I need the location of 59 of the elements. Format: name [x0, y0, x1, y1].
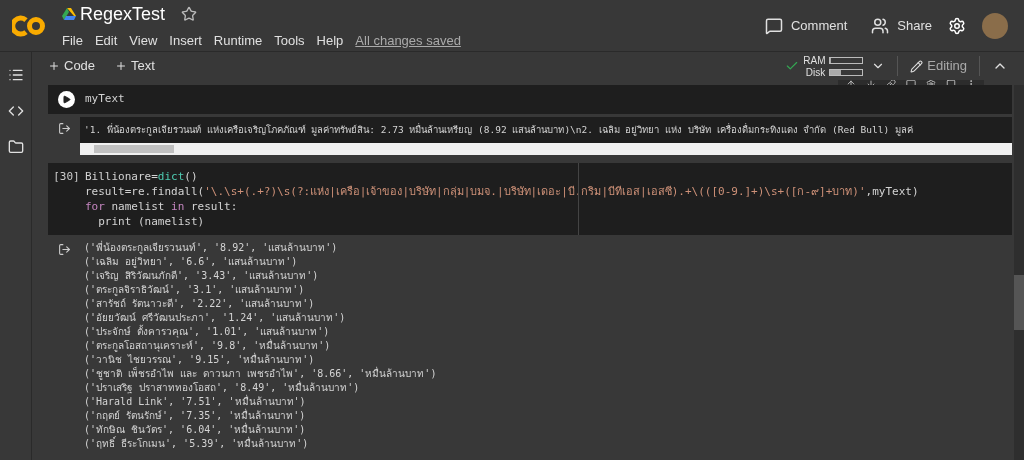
pencil-icon	[910, 59, 924, 73]
editing-button[interactable]: Editing	[910, 56, 967, 76]
menu-item[interactable]: Tools	[274, 30, 305, 51]
logo-icon	[12, 14, 46, 37]
output-line: ('ชูชาติ เพ็ชรอำไพ และ ดาวนภา เพชรอำไพ', '8.66', 'หมื่นล้านบาท')	[84, 367, 438, 380]
output-line: ('ตระกูลจิราธิวัฒน์', '3.1', 'แสนล้านบาท')	[84, 283, 306, 297]
menu-item[interactable]: Edit	[94, 30, 118, 51]
menu-item[interactable]: Insert	[169, 30, 202, 51]
horizontal-scrollbar[interactable]	[80, 143, 1012, 155]
drive-icon	[62, 8, 76, 21]
code-line: result=re.findall('\.\s+(.+?)\s(?:แห่ง|เครือ|เจ้าของ|บริษัท|กลุ่ม|บมจ.|บริษัท|เดอะ|บี.กริม|บีทีเอส|เอสซี).+\(([0-9.]+)\s+([ก-๙]+บาท)',myText)	[85, 184, 919, 199]
save-status-link[interactable]: All changes saved	[355, 30, 461, 51]
output-line: '1. พี่น้องตระกูลเจียรวนนท์ แห่งเครือเจริญโภคภัณฑ์ มูลค่าทรัพย์สิน: 2.73 หมื่นล้านเหรียญ (8.92 แสนล้านบาท)\n2. เฉลิม อยู่วิทยา แห่ง บริษัท เครื่องดื่มกระทิงแดง จำกัด (Red Bull) มูลค่	[83, 122, 914, 138]
output-line: ('ตระกูลโอสถานุเคราะห์', '9.8', 'หมื่นล้านบาท')	[84, 339, 332, 352]
output-line: ('เฉลิม อยู่วิทยา', '6.6', 'แสนล้านบาท')	[84, 255, 299, 269]
output-icon	[57, 122, 71, 135]
play-icon	[62, 95, 71, 104]
scrollbar-thumb[interactable]	[94, 145, 174, 153]
execution-count: [30]	[53, 169, 80, 185]
code-line: Billionare=dict()	[85, 169, 199, 184]
notebook-title[interactable]: RegexTest	[80, 0, 166, 28]
code-line: myText	[85, 91, 125, 106]
star-icon[interactable]	[181, 6, 198, 23]
output-line: ('เจริญ สิริวัฒนภักดี', '3.43', 'แสนล้านบาท')	[84, 269, 320, 283]
output-line: ('พี่น้องตระกูลเจียรวนนท์', '8.92', 'แสนล้านบาท')	[84, 241, 339, 255]
scrollbar-thumb[interactable]	[1014, 275, 1024, 330]
people-icon	[871, 16, 890, 35]
insert-button[interactable]: Code	[44, 56, 100, 76]
output-icon	[57, 243, 71, 256]
menu-item[interactable]: File	[62, 30, 83, 51]
avatar[interactable]	[982, 12, 1008, 39]
menu-item[interactable]: Runtime	[213, 30, 263, 51]
output-line: ('วานิช ไชยวรรณ', '9.15', 'หมื่นล้านบาท')	[84, 353, 316, 366]
menu-item[interactable]: View	[129, 30, 158, 51]
output-line: ('ปราเสริฐ ปราสาททองโอสถ', '8.49', 'หมื่นล้านบาท')	[84, 381, 361, 394]
menu-icon[interactable]	[7, 67, 24, 83]
output-line: ('อัยยวัฒน์ ศรีวัฒนประภา', '1.24', 'แสนล้านบาท')	[84, 311, 347, 324]
insert-button[interactable]: Text	[111, 56, 159, 76]
menu-item[interactable]: Help	[316, 30, 344, 51]
output-line: ('กฤตย์ รัตนรักษ์', '7.35', 'หมื่นล้านบาท')	[84, 409, 307, 422]
output-line: ('ทักษิณ ชินวัตร', '6.04', 'หมื่นล้านบาท')	[84, 423, 307, 436]
code-cell[interactable]: myText	[48, 85, 1012, 114]
code-icon[interactable]	[7, 103, 24, 119]
output-line: ('ประจักษ์ ตั้งคารวคุณ', '1.01', 'แสนล้านบาท')	[84, 325, 331, 338]
code-line: for namelist in result:	[85, 199, 239, 214]
run-button[interactable]	[58, 91, 75, 108]
output-line: ('Harald Link', '7.51', 'หมื่นล้านบาท')	[84, 395, 307, 408]
code-line: print (namelist)	[97, 214, 206, 229]
resource-label: RAM	[803, 53, 826, 68]
share-button[interactable]: Share	[863, 11, 940, 40]
code-cell[interactable]	[48, 163, 1012, 235]
vertical-scrollbar[interactable]	[1014, 85, 1024, 460]
plus-icon	[48, 60, 60, 72]
resource-label: Disk	[804, 65, 826, 80]
output-line: ('ฤทธิ์ ธีระโกเมน', '5.39', 'หมื่นล้านบาท')	[84, 437, 310, 451]
folder-icon[interactable]	[7, 139, 24, 155]
output-line: ('สารัชถ์ รัตนาวะดี', '2.22', 'แสนล้านบาท')	[84, 297, 316, 311]
plus-icon	[115, 60, 128, 72]
comment-button[interactable]: Comment	[756, 11, 856, 40]
